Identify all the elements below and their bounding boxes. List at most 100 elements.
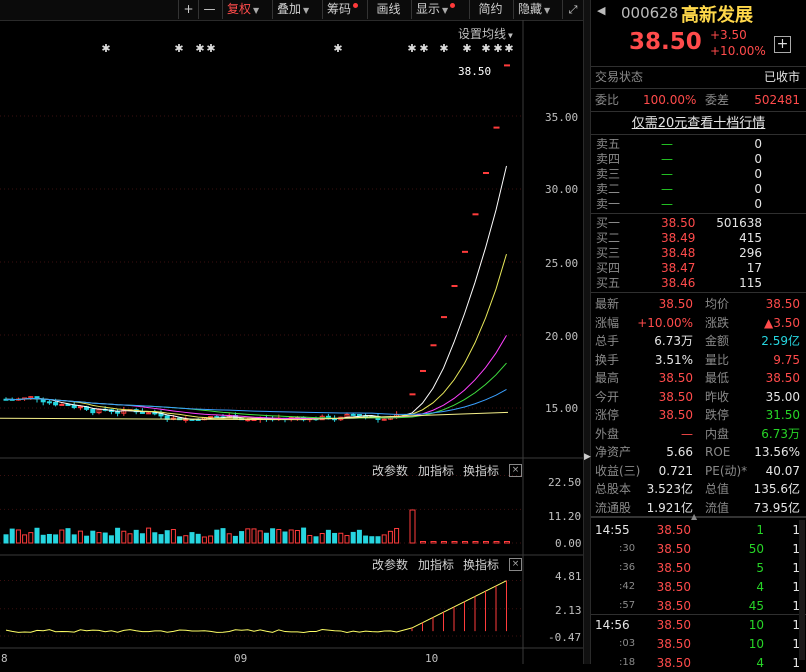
promo-link[interactable]: 仅需20元查看十档行情 [591,114,806,132]
stat-value: 38.50 [658,297,693,311]
fuquan-label: 复权 [227,2,252,16]
weicha-label: 委差 [705,93,730,107]
fuquan-dropdown[interactable]: 复权 ▼ [222,0,270,19]
volume-bar [214,529,220,544]
candle-body [451,285,458,288]
volume-bar [257,530,263,544]
volume-bar [504,541,510,544]
volume-bar [115,527,121,544]
indicator-axis-label: 4.81 [555,570,582,583]
stat-label: 昨收 [705,389,730,404]
zoom-out-button[interactable]: — [198,0,220,19]
divider [591,292,806,293]
tick-time: :42 [619,581,636,592]
draw-line-button[interactable]: 画线 [367,0,409,19]
tick-time: :30 [619,543,636,554]
zoom-in-button[interactable]: + [178,0,198,19]
panel-splitter[interactable]: ▶ [583,0,591,664]
indicator-close-icon[interactable]: × [509,558,522,571]
indicator-switch-button[interactable]: 换指标 [463,556,499,573]
volume-params-button[interactable]: 改参数 [372,462,408,479]
tick-time: :18 [619,657,636,668]
stat-label: 最新 [595,297,620,311]
add-watchlist-icon[interactable]: + [774,36,791,53]
chevron-down-icon: ▼ [442,6,449,15]
volume-bar [251,528,257,544]
stat-value: 13.56% [754,445,800,459]
level-price: — [661,182,673,196]
display-label: 显示 [416,2,441,16]
indicator-params-button[interactable]: 改参数 [372,556,408,573]
level-price: — [661,137,673,151]
volume-bar [483,541,489,544]
volume-bar [71,534,77,544]
volume-bar [59,529,65,544]
stat-row: 流通股 1.921亿 流值 73.95亿 [591,499,806,517]
expand-arrow-icon[interactable]: ▲ [691,512,697,521]
weibi-label: 委比 [595,93,620,107]
stat-row: 换手 3.51% 量比 9.75 [591,351,806,369]
candle-body [350,413,356,416]
candle-body [146,412,152,415]
collapse-arrow-icon[interactable]: ▶ [584,452,591,462]
hide-dropdown[interactable]: 隐藏 ▼ [513,0,561,19]
tick-row: :42 38.50 4 1 [591,578,806,596]
tick-price: 38.50 [656,561,691,575]
event-marker: ✱ [333,42,342,55]
simple-mode-button[interactable]: 简约 [469,0,511,19]
candle-body [381,418,387,421]
volume-bar [493,541,500,544]
buy-level-row: 买四 38.47 17 [591,261,806,276]
candle-body [59,403,65,406]
indicator-add-button[interactable]: 加指标 [418,556,454,573]
candle-body [504,64,510,67]
price-axis-label: 30.00 [545,183,579,196]
tick-volume: 5 [756,561,764,575]
price-axis-label: 25.00 [545,257,579,270]
volume-bar [84,535,90,544]
buy-level-row: 买二 38.49 415 [591,231,806,246]
display-dropdown[interactable]: 显示 ▼ [411,0,467,19]
volume-bar [338,532,344,544]
level-label: 卖一 [596,197,621,211]
stat-label: 涨跌 [705,315,730,330]
event-marker: ✱ [462,42,471,55]
candle-body [409,393,416,396]
buy-level-row: 买一 38.50 501638 [591,216,806,231]
stat-value: 31.50 [765,408,800,422]
indicator-line [5,580,507,633]
stat-label: 最低 [705,371,730,385]
chips-button[interactable]: 筹码 [322,0,366,19]
event-marker: ✱ [481,42,490,55]
volume-bar [462,541,468,544]
candle-body [441,316,447,319]
ma-setting-label: 设置均线 [458,27,507,41]
ma-setting-button[interactable]: 设置均线 ▼ [458,25,513,42]
volume-bar [313,536,319,544]
notify-dot-icon [353,3,359,8]
candle-body [462,250,468,253]
tick-row: 14:56 38.50 10 1 [591,616,806,634]
volume-axis-label: 11.20 [548,510,582,523]
volume-bar [189,532,195,544]
stat-label: 今开 [595,389,620,404]
overlay-dropdown[interactable]: 叠加 ▼ [272,0,320,19]
price-axis-label: 15.00 [545,402,579,415]
kline-chart[interactable]: ✱ ✱ ✱ ✱ ✱ ✱ ✱ ✱ ✱ ✱ ✱ ✱ 设置均线 ▼ 38.50 35.00 30.00 25.… [0,20,583,665]
stat-label: 换手 [595,352,620,367]
fullscreen-icon[interactable]: ⤢ [562,0,583,19]
volume-bar [65,528,71,544]
volume-bar [208,535,214,544]
volume-bar [40,534,46,544]
stat-row: 总手 6.73万 金额 2.59亿 [591,332,806,350]
stat-label: 涨停 [595,408,620,422]
prev-stock-icon[interactable]: ◀ [597,4,605,17]
volume-switch-indicator-button[interactable]: 换指标 [463,462,499,479]
volume-bar [420,541,426,544]
tick-scrollbar[interactable] [799,520,805,660]
level-volume: 0 [754,182,762,196]
stat-label: 总手 [595,334,620,348]
volume-add-indicator-button[interactable]: 加指标 [418,462,454,479]
volume-close-icon[interactable]: × [509,464,522,477]
stat-value: 0.721 [658,463,693,478]
